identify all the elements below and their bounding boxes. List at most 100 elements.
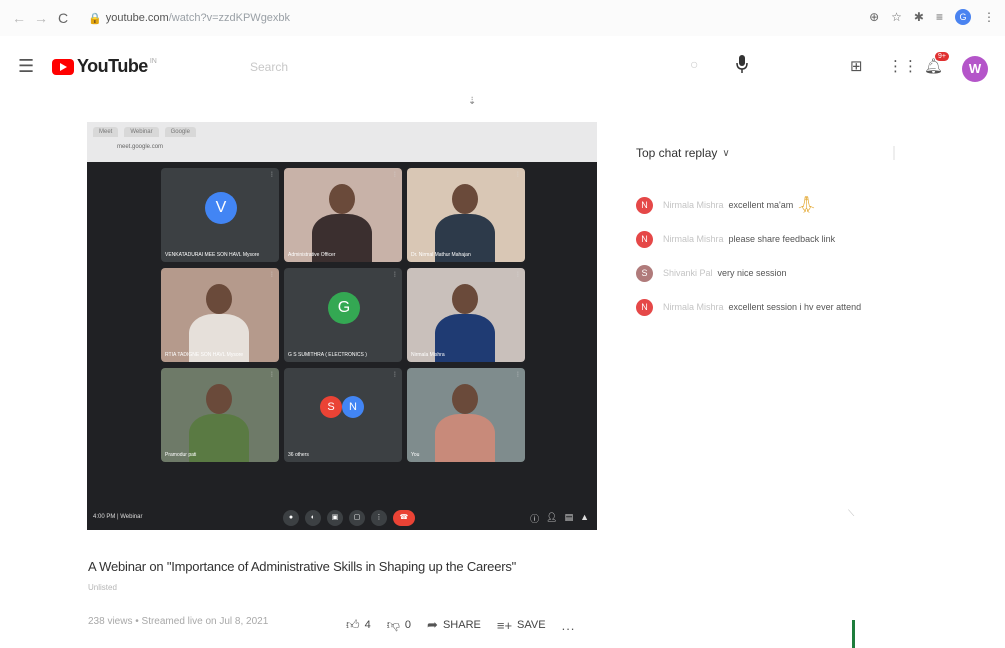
chat-mode-dropdown[interactable]: Top chat replay ∨ — [636, 146, 730, 160]
chat-author-name[interactable]: Shivanki Pal — [663, 268, 713, 278]
share-button[interactable]: ➦ SHARE — [427, 617, 481, 633]
participant-avatar: S — [320, 396, 342, 418]
like-button[interactable]: 👍︎ 4 — [346, 617, 371, 633]
chat-author-avatar[interactable]: N — [636, 196, 653, 214]
create-video-icon[interactable]: ⊞ — [850, 57, 863, 75]
chat-message-text: excellent session i hv ever attend — [728, 302, 862, 312]
participant-tile: Administrative Officer ⋮ — [284, 168, 402, 262]
url-path: /watch?v=zzdKPWgexbk — [168, 12, 291, 24]
chat-author-name[interactable]: Nirmala Mishra — [663, 234, 724, 244]
bookmark-star-icon[interactable]: ☆ — [891, 10, 902, 24]
search-icon[interactable]: ○ — [690, 56, 698, 72]
tile-options-icon: ⋮ — [269, 272, 275, 278]
participant-name: 36 others — [288, 452, 309, 458]
chat-scrollbar[interactable] — [893, 146, 895, 160]
back-arrow-icon[interactable]: ← — [10, 9, 28, 27]
meeting-time-label: 4:00 PM | Webinar — [93, 514, 143, 520]
participant-tile: G G S SUMITHRA ( ELECTRONICS ) ⋮ — [284, 268, 402, 362]
participant-tile: S N 36 others ⋮ — [284, 368, 402, 462]
meeting-control-buttons: ● ◐ ▣ ▢ ⋮ ☎ — [283, 510, 415, 526]
participant-body — [189, 414, 249, 462]
participant-video-feed — [284, 168, 402, 262]
chat-message-text: excellent ma'am — [728, 200, 794, 210]
participant-head — [206, 384, 232, 414]
participant-body — [435, 414, 495, 462]
tile-options-icon: ⋮ — [392, 372, 398, 378]
info-icon: ⓘ — [530, 514, 540, 524]
logo-text: YouTube — [77, 56, 148, 76]
lock-icon[interactable]: 🔒 — [88, 12, 102, 25]
chat-author-avatar[interactable]: N — [636, 298, 653, 316]
tile-options-icon: ⋮ — [515, 372, 521, 378]
chat-author-name[interactable]: Nirmala Mishra — [663, 302, 724, 312]
participant-tile: RTIA TADIGNE SON HAVL Mysore ⋮ — [161, 268, 279, 362]
video-actions: 👍︎ 4 👎︎ 0 ➦ SHARE ≡+ SAVE ... — [346, 617, 575, 633]
video-title: A Webinar on "Importance of Administrati… — [88, 559, 517, 574]
browser-toolbar: ← → C 🔒 youtube.com/watch?v=zzdKPWgexbk … — [0, 0, 1005, 36]
participant-head — [452, 184, 478, 214]
scan-mark: ⟍ — [848, 508, 855, 518]
mic-control-icon: ● — [283, 510, 299, 526]
participant-head — [452, 284, 478, 314]
chat-author-avatar[interactable]: N — [636, 230, 653, 248]
video-player[interactable]: Meet Webinar Google meet.google.com 4:00 P… — [87, 122, 597, 530]
chat-message-text: very nice session — [717, 268, 787, 278]
participant-head — [206, 284, 232, 314]
playlist-add-icon: ≡+ — [496, 617, 513, 633]
captions-control-icon: ▣ — [327, 510, 343, 526]
microphone-icon[interactable] — [736, 55, 748, 78]
account-avatar[interactable]: W — [962, 56, 988, 82]
tile-options-icon: ⋮ — [269, 372, 275, 378]
browser-profile-avatar[interactable]: G — [955, 9, 971, 25]
participant-tile: You ⋮ — [407, 368, 525, 462]
participant-video-feed — [407, 168, 525, 262]
participant-name: VENKATADURAI MEE SON HAVL Mysore — [165, 252, 260, 258]
forward-arrow-icon[interactable]: → — [32, 9, 50, 27]
reload-icon[interactable]: C — [54, 9, 72, 27]
meeting-grid: 4:00 PM | Webinar ● ◐ ▣ ▢ ⋮ ☎ ⓘ 👤︎ ▤ ▲ V… — [87, 162, 597, 530]
video-meta: 238 views • Streamed live on Jul 8, 2021 — [88, 616, 269, 627]
participant-tile: Dr. Nirmal Mathur Mahajan ⋮ — [407, 168, 525, 262]
youtube-logo[interactable]: YouTube IN — [52, 56, 157, 77]
participant-name: You — [411, 452, 420, 458]
participant-name: RTIA TADIGNE SON HAVL Mysore — [165, 352, 244, 358]
folded-hands-icon: 🙏︎ — [796, 197, 817, 214]
participant-name: Pramodur pati — [165, 452, 197, 458]
tile-options-icon: ⋮ — [392, 172, 398, 178]
hamburger-menu-icon[interactable]: ☰ — [18, 56, 34, 77]
recorded-browser-tab: Meet — [93, 127, 119, 137]
participant-video-feed — [407, 268, 525, 362]
apps-grid-icon[interactable]: ⋮⋮ — [888, 57, 918, 75]
participant-head — [452, 384, 478, 414]
install-app-icon[interactable]: ⊕ — [869, 10, 879, 24]
chat-messages: N Nirmala Mishra excellent ma'am 🙏︎ N Nirmala… — [636, 188, 976, 324]
chat-message-text: please share feedback link — [728, 234, 836, 244]
participant-video-feed — [161, 268, 279, 362]
tile-options-icon: ⋮ — [515, 172, 521, 178]
chat-message: N Nirmala Mishra please share feedback lin… — [636, 222, 976, 256]
participant-name: Dr. Nirmal Mathur Mahajan — [411, 252, 471, 258]
end-call-icon: ☎ — [393, 510, 415, 526]
chat-message: S Shivanki Pal very nice session — [636, 256, 976, 290]
chat-author-name[interactable]: Nirmala Mishra — [663, 200, 724, 210]
participant-avatar: G — [328, 292, 360, 324]
logo-country-code: IN — [149, 58, 157, 65]
more-actions-button[interactable]: ... — [562, 618, 576, 633]
recorded-browser-tab: Webinar — [124, 127, 159, 137]
reading-list-icon[interactable]: ≡ — [936, 10, 943, 24]
browser-menu-icon[interactable]: ⋮ — [983, 10, 995, 24]
recorded-browser-url: meet.google.com — [117, 144, 164, 150]
tile-options-icon: ⋮ — [515, 272, 521, 278]
save-label: SAVE — [517, 619, 546, 631]
dislike-button[interactable]: 👎︎ 0 — [387, 617, 411, 633]
dislike-count: 0 — [404, 619, 412, 631]
participant-tile: Nirmala Mishra ⋮ — [407, 268, 525, 362]
green-line-mark — [852, 620, 855, 648]
participant-name: Nirmala Mishra — [411, 352, 445, 358]
extensions-puzzle-icon[interactable]: ✱ — [914, 10, 924, 24]
save-button[interactable]: ≡+ SAVE — [497, 618, 546, 633]
chat-author-avatar[interactable]: S — [636, 264, 653, 282]
search-input[interactable] — [250, 54, 690, 80]
address-bar[interactable]: youtube.com/watch?v=zzdKPWgexbk — [106, 12, 290, 24]
participant-tile: Pramodur pati ⋮ — [161, 368, 279, 462]
